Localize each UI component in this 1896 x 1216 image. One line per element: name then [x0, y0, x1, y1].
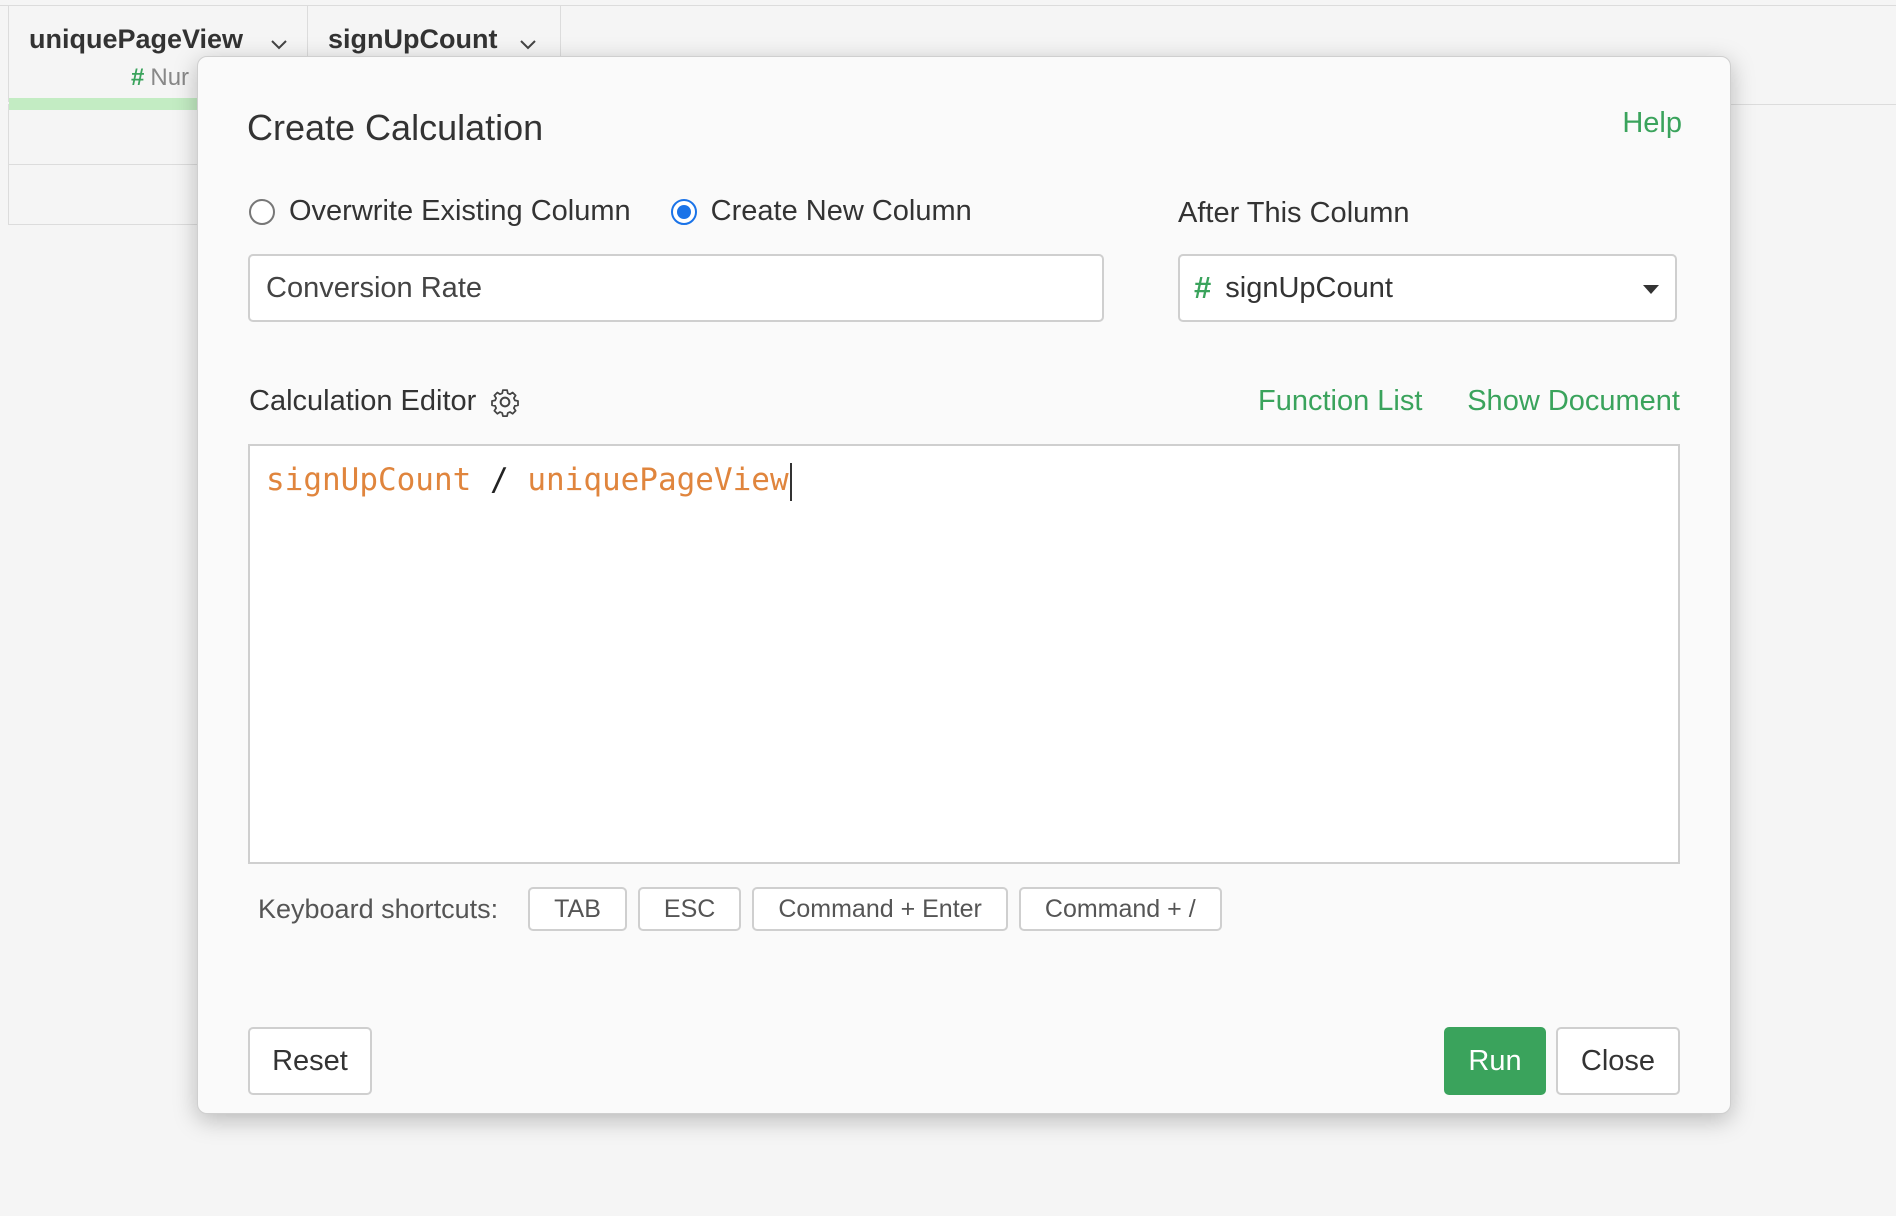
table-row-divider — [8, 164, 208, 165]
reset-button[interactable]: Reset — [248, 1027, 372, 1095]
dialog-title: Create Calculation — [247, 107, 544, 148]
radio-label: Create New Column — [710, 195, 972, 227]
gear-icon[interactable] — [490, 387, 520, 417]
selected-column-value: signUpCount — [1225, 271, 1393, 304]
code-column-token: signUpCount — [266, 462, 472, 498]
number-type-icon: # — [131, 64, 145, 91]
radio-checked-icon[interactable] — [670, 198, 697, 225]
radio-label: Overwrite Existing Column — [289, 195, 631, 227]
after-column-select[interactable]: # signUpCount — [1178, 254, 1677, 322]
chevron-down-icon[interactable] — [518, 34, 538, 54]
code-column-token: uniquePageView — [527, 462, 789, 498]
shortcuts-label: Keyboard shortcuts: — [258, 893, 499, 924]
column-name: signUpCount — [328, 24, 498, 54]
help-link[interactable]: Help — [1622, 107, 1682, 140]
overwrite-existing-column-option[interactable]: Overwrite Existing Column — [249, 195, 631, 228]
calculation-code-editor[interactable]: signUpCount / uniquePageView — [248, 444, 1680, 864]
calculation-editor-label: Calculation Editor — [249, 385, 477, 417]
code-operator-token: / — [489, 462, 509, 498]
shortcut-esc-key[interactable]: ESC — [637, 887, 742, 931]
number-type-icon: # — [1194, 270, 1212, 305]
function-list-link[interactable]: Function List — [1258, 385, 1422, 418]
close-button[interactable]: Close — [1556, 1027, 1680, 1095]
show-document-link[interactable]: Show Document — [1467, 385, 1680, 418]
shortcut-command-enter-key[interactable]: Command + Enter — [752, 887, 1008, 931]
table-header-border — [1731, 104, 1896, 105]
column-mode-radio-group: Overwrite Existing Column Create New Col… — [249, 195, 1012, 228]
chevron-down-icon[interactable] — [269, 34, 289, 54]
column-name: uniquePageView — [29, 24, 244, 54]
keyboard-shortcuts-bar: Keyboard shortcuts: TAB ESC Command + En… — [258, 887, 1233, 931]
create-new-column-option[interactable]: Create New Column — [670, 195, 972, 228]
after-column-label: After This Column — [1178, 197, 1410, 229]
text-cursor — [789, 462, 792, 501]
new-column-name-input[interactable] — [248, 254, 1104, 322]
shortcut-tab-key[interactable]: TAB — [528, 887, 627, 931]
calculation-editor-header: Calculation Editor — [249, 385, 520, 418]
column-type: # Nur — [131, 64, 190, 91]
dropdown-caret-icon — [1643, 285, 1659, 294]
table-row-divider — [8, 224, 208, 225]
radio-unchecked-icon[interactable] — [249, 198, 275, 225]
create-calculation-dialog: Create Calculation Help Overwrite Existi… — [197, 56, 1731, 1114]
run-button[interactable]: Run — [1444, 1027, 1546, 1095]
shortcut-command-slash-key[interactable]: Command + / — [1018, 887, 1222, 931]
